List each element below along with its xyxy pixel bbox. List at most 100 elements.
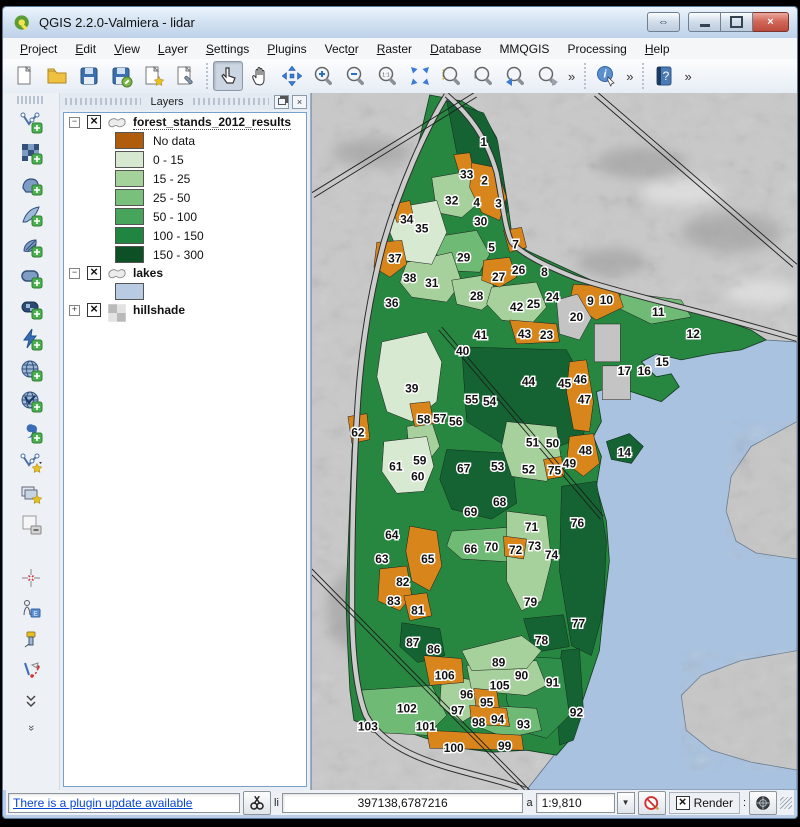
save-project-as-icon[interactable] [106,61,136,91]
style-tool-icon[interactable] [18,627,44,653]
stand-label-103: 103 [358,719,378,733]
stand-label-97: 97 [451,703,465,717]
layer-visibility-checkbox[interactable]: × [87,266,101,280]
zoom-next-icon[interactable] [533,61,563,91]
stand-label-98: 98 [472,715,486,729]
zoom-layer-icon[interactable] [469,61,499,91]
zoom-native-icon[interactable]: 1:1 [373,61,403,91]
add-raster-layer-icon[interactable] [18,140,44,166]
restore-arrows-button[interactable]: ⇔ [647,12,680,32]
float-panel-button[interactable] [274,95,289,109]
add-mssql-layer-icon[interactable] [18,233,44,259]
add-db2-layer-icon[interactable] [18,295,44,321]
layer-visibility-checkbox[interactable]: × [87,303,101,317]
svg-text:?: ? [663,69,670,83]
measure-tool-icon[interactable]: E [18,596,44,622]
stand-label-9: 9 [587,294,594,308]
menu-project[interactable]: Project [11,40,66,58]
close-button[interactable]: × [753,12,789,32]
minimize-button[interactable] [688,12,721,32]
add-oracle-layer-icon[interactable] [18,264,44,290]
stand-label-81: 81 [411,604,425,618]
toolbar-overflow-button[interactable]: » [622,69,637,84]
coordinate-display[interactable]: 397138,6787216 [282,793,524,813]
composer-manager-icon[interactable] [170,61,200,91]
legend-swatch [115,227,144,244]
menu-plugins[interactable]: Plugins [258,40,315,58]
render-checkbox[interactable]: × [676,796,690,810]
stand-label-28: 28 [470,289,484,303]
add-wcs-layer-icon[interactable] [18,326,44,352]
toolbar-separator [581,63,588,89]
add-wfs-layer-icon[interactable] [18,388,44,414]
zoom-full-icon[interactable] [405,61,435,91]
identify-icon[interactable]: i [591,61,621,91]
menu-mmqgis[interactable]: MMQGIS [490,40,558,58]
stand-label-57: 57 [433,412,447,426]
manage-layers-toolbar: E» [3,93,60,790]
title-bar[interactable]: QGIS 2.2.0-Valmiera - lidar ⇔ × [3,7,797,39]
toolbar-separator [639,63,646,89]
scale-input[interactable]: 1:9,810 [536,793,615,813]
stop-rendering-button[interactable] [638,791,666,815]
move-icon[interactable] [277,61,307,91]
render-toggle[interactable]: × Render [669,792,740,814]
label-tool-icon[interactable] [18,565,44,591]
zoom-selection-icon[interactable] [437,61,467,91]
layers-panel-titlebar[interactable]: Layers × [60,93,310,110]
layer-name[interactable]: lakes [133,266,163,280]
menu-settings[interactable]: Settings [197,40,258,58]
stand-label-76: 76 [571,516,585,530]
new-project-icon[interactable] [10,61,40,91]
plugin-manager-button[interactable] [243,791,271,815]
toolbar-overflow-button[interactable]: » [680,69,695,84]
menu-help[interactable]: Help [636,40,679,58]
layer-expander[interactable]: − [69,268,80,279]
new-composer-icon[interactable] [138,61,168,91]
stand-label-26: 26 [512,263,526,277]
menu-view[interactable]: View [105,40,149,58]
stand-label-43: 43 [518,327,532,341]
remove-layer-icon[interactable] [18,512,44,538]
toolbar-overflow-button[interactable]: » [564,69,579,84]
add-delimited-text-layer-icon[interactable] [18,419,44,445]
zoom-last-icon[interactable] [501,61,531,91]
add-vector-layer-icon[interactable] [18,109,44,135]
maximize-button[interactable] [721,12,753,32]
toolbar-expand-chevron[interactable]: » [25,699,37,755]
new-print-composer-icon[interactable] [18,481,44,507]
add-wms-layer-icon[interactable] [18,357,44,383]
add-postgis-layer-icon[interactable] [18,171,44,197]
toolbar-grip[interactable] [17,96,45,104]
plugin-update-link[interactable]: There is a plugin update available [13,796,192,810]
layer-row-hillshade[interactable]: + × hillshade [64,301,306,319]
zoom-in-icon[interactable] [309,61,339,91]
map-canvas[interactable]: 1234578910111214151617202324252627282930… [311,93,797,790]
layer-row-lakes[interactable]: −× lakes [64,264,306,282]
layer-name[interactable]: forest_stands_2012_results [133,115,291,130]
save-project-icon[interactable] [74,61,104,91]
menu-vector[interactable]: Vector [316,40,368,58]
menu-edit[interactable]: Edit [66,40,105,58]
scale-dropdown-button[interactable]: ▼ [617,792,635,814]
menu-layer[interactable]: Layer [149,40,197,58]
layer-expander[interactable]: + [69,305,80,316]
layer-visibility-checkbox[interactable]: × [87,115,101,129]
crs-status-button[interactable] [749,791,777,815]
layer-expander[interactable]: − [69,117,80,128]
resize-grip[interactable] [780,797,792,809]
add-spatialite-layer-icon[interactable] [18,202,44,228]
layer-row-forest_stands_2012_results[interactable]: −× forest_stands_2012_results [64,113,306,131]
node-tool-icon[interactable] [18,658,44,684]
new-shapefile-layer-icon[interactable] [18,450,44,476]
close-panel-button[interactable]: × [292,95,307,109]
layer-name[interactable]: hillshade [133,303,185,317]
menu-database[interactable]: Database [421,40,490,58]
menu-raster[interactable]: Raster [368,40,421,58]
open-project-icon[interactable] [42,61,72,91]
zoom-out-icon[interactable] [341,61,371,91]
menu-processing[interactable]: Processing [558,40,635,58]
touch-icon[interactable] [213,61,243,91]
help-contents-icon[interactable]: ? [649,61,679,91]
pan-map-icon[interactable] [245,61,275,91]
